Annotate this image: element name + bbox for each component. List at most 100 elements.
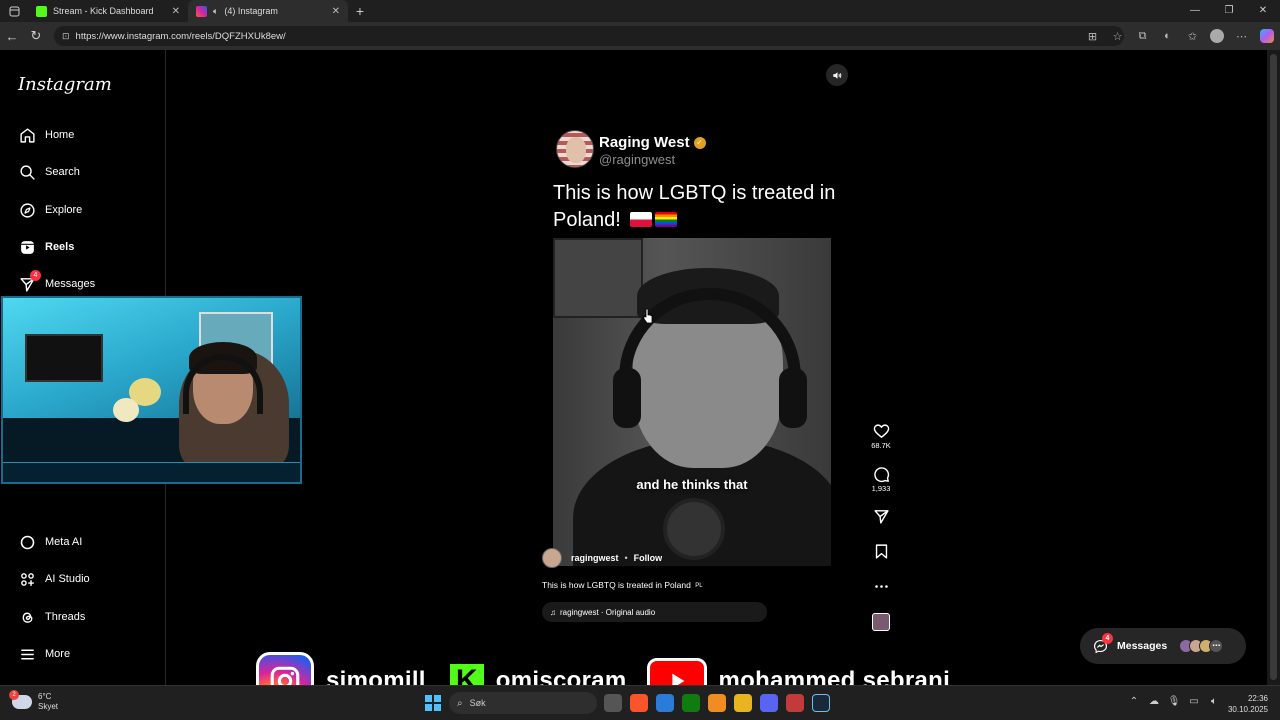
author-name: Raging West ✓	[599, 134, 706, 151]
reel-username[interactable]: ragingwest	[571, 553, 619, 563]
speaker-icon	[832, 71, 841, 79]
clock-date: 30.10.2025	[1227, 705, 1268, 714]
system-tray: ⌃ ☁ 🎙︎ ▭ 🔈︎	[1124, 696, 1224, 707]
instagram-favicon-icon	[196, 5, 207, 17]
menu-icon	[18, 645, 36, 663]
discord-icon[interactable]	[760, 694, 778, 712]
more-options-button[interactable]	[866, 578, 896, 595]
audio-thumbnail[interactable]	[872, 613, 890, 631]
share-button[interactable]	[866, 508, 896, 525]
favorites-icon[interactable]: ✩	[1180, 30, 1205, 43]
address-bar[interactable]: ⊡ https://www.instagram.com/reels/DQFZHX…	[54, 26, 1124, 46]
author-avatar	[556, 130, 594, 168]
tray-expand-icon[interactable]: ⌃	[1124, 696, 1144, 707]
poland-flag-icon	[630, 212, 653, 227]
nav-threads[interactable]: Threads	[18, 605, 85, 629]
messages-badge: 4	[30, 270, 41, 281]
tab-close-icon[interactable]: ✕	[172, 6, 180, 17]
restore-icon[interactable]: ❐	[1212, 0, 1246, 22]
task-view-icon[interactable]	[604, 694, 622, 712]
tab-actions-button[interactable]	[0, 0, 28, 22]
webcam-toy	[113, 398, 139, 422]
rainbow-flag-icon	[655, 212, 678, 227]
kick-favicon-icon	[36, 5, 47, 17]
temperature: 6°C	[38, 692, 52, 701]
profile-avatar[interactable]	[1210, 29, 1224, 43]
back-icon[interactable]: ←	[0, 29, 24, 44]
display-icon[interactable]: ▭	[1184, 696, 1204, 707]
tab-close-icon[interactable]: ✕	[332, 6, 340, 17]
comment-button[interactable]: 1,933	[866, 466, 896, 493]
nav-search[interactable]: Search	[18, 160, 80, 184]
copilot-icon[interactable]	[1260, 29, 1274, 43]
close-window-icon[interactable]: ✕	[1246, 0, 1280, 22]
instagram-logo[interactable]: Instagram	[18, 74, 112, 95]
bookmark-icon	[866, 543, 896, 560]
threads-icon	[18, 608, 36, 626]
url-text: https://www.instagram.com/reels/DQFZHXUk…	[75, 30, 286, 42]
save-button[interactable]	[866, 543, 896, 560]
nav-home[interactable]: Home	[18, 123, 74, 147]
nav-explore[interactable]: Explore	[18, 198, 82, 222]
minimize-icon[interactable]: —	[1178, 0, 1212, 22]
messages-floating-button[interactable]: 4 Messages ⋯	[1080, 628, 1246, 664]
comment-icon	[866, 466, 896, 483]
steam-icon[interactable]	[812, 694, 830, 712]
nav-more[interactable]: More	[18, 642, 70, 666]
tab-instagram[interactable]: 🔈︎ (4) Instagram ✕	[188, 0, 348, 22]
brave-browser-icon[interactable]	[630, 694, 648, 712]
app-available-icon[interactable]: ⊞	[1080, 30, 1105, 43]
scrollbar-thumb[interactable]	[1270, 54, 1277, 680]
messenger-icon: 4	[1092, 633, 1113, 654]
taskbar-search[interactable]: ⌕ Søk	[449, 692, 597, 714]
meta-ai-icon	[18, 533, 36, 551]
reel-audio-link[interactable]: ♫ ragingwest · Original audio	[542, 602, 767, 622]
split-screen-icon[interactable]: ◐	[1155, 30, 1180, 42]
home-icon	[18, 126, 36, 144]
search-icon: ⌕	[457, 697, 463, 709]
edge-browser-icon[interactable]	[656, 694, 674, 712]
xbox-icon[interactable]	[682, 694, 700, 712]
microphone-icon[interactable]: 🎙︎	[1164, 696, 1184, 707]
nav-reels[interactable]: Reels	[18, 235, 74, 259]
obs-icon[interactable]	[786, 694, 804, 712]
file-explorer-icon[interactable]	[734, 694, 752, 712]
tab-title: Stream - Kick Dashboard	[53, 6, 154, 16]
webcam-feed	[1, 296, 302, 484]
tab-kick-dashboard[interactable]: Stream - Kick Dashboard ✕	[28, 0, 188, 22]
settings-more-icon[interactable]: ⋯	[1229, 30, 1254, 43]
like-button[interactable]: 68.7K	[866, 423, 896, 450]
reload-icon[interactable]: ↻	[24, 28, 48, 44]
verified-badge-icon: ✓	[693, 136, 706, 149]
nav-meta-ai[interactable]: Meta AI	[18, 530, 82, 554]
nav-ai-studio[interactable]: AI Studio	[18, 567, 90, 591]
favorite-star-icon[interactable]: ☆	[1105, 30, 1130, 43]
author-handle: @ragingwest	[599, 152, 676, 167]
caption-flag: PL	[695, 583, 703, 589]
more-dots-icon	[866, 578, 896, 595]
taskbar-clock[interactable]: 22:36 30.10.2025	[1228, 693, 1268, 715]
nav-label: Threads	[45, 611, 86, 623]
reel-user-avatar[interactable]	[542, 548, 562, 568]
app-icon[interactable]	[708, 694, 726, 712]
onedrive-icon[interactable]: ☁	[1144, 696, 1164, 707]
nav-messages[interactable]: 4 Messages	[18, 270, 95, 296]
follow-button[interactable]: Follow	[634, 553, 663, 563]
new-tab-button[interactable]: +	[348, 3, 372, 19]
video-subtitle: and he thinks that	[636, 477, 748, 492]
volume-icon[interactable]: 🔈︎	[1204, 696, 1224, 707]
windows-start-icon[interactable]	[425, 695, 441, 711]
weather-widget[interactable]: 2 6°C Skyet	[9, 690, 59, 712]
nav-label: Search	[45, 166, 80, 178]
page-scrollbar[interactable]	[1267, 50, 1280, 685]
taskbar-search-placeholder: Søk	[469, 698, 486, 708]
reel-video[interactable]: and he thinks that	[553, 238, 831, 566]
cloud-icon: 2	[9, 690, 32, 709]
weather-text: Skyet	[38, 702, 59, 711]
messages-pill-label: Messages	[1117, 640, 1168, 652]
webcam-frame-bar	[3, 462, 300, 482]
extensions-icon[interactable]: ⧉	[1130, 30, 1155, 43]
reel-audio-button[interactable]	[826, 64, 848, 86]
site-info-icon[interactable]: ⊡	[62, 31, 70, 42]
tab-audio-icon[interactable]: 🔈︎	[213, 6, 218, 17]
